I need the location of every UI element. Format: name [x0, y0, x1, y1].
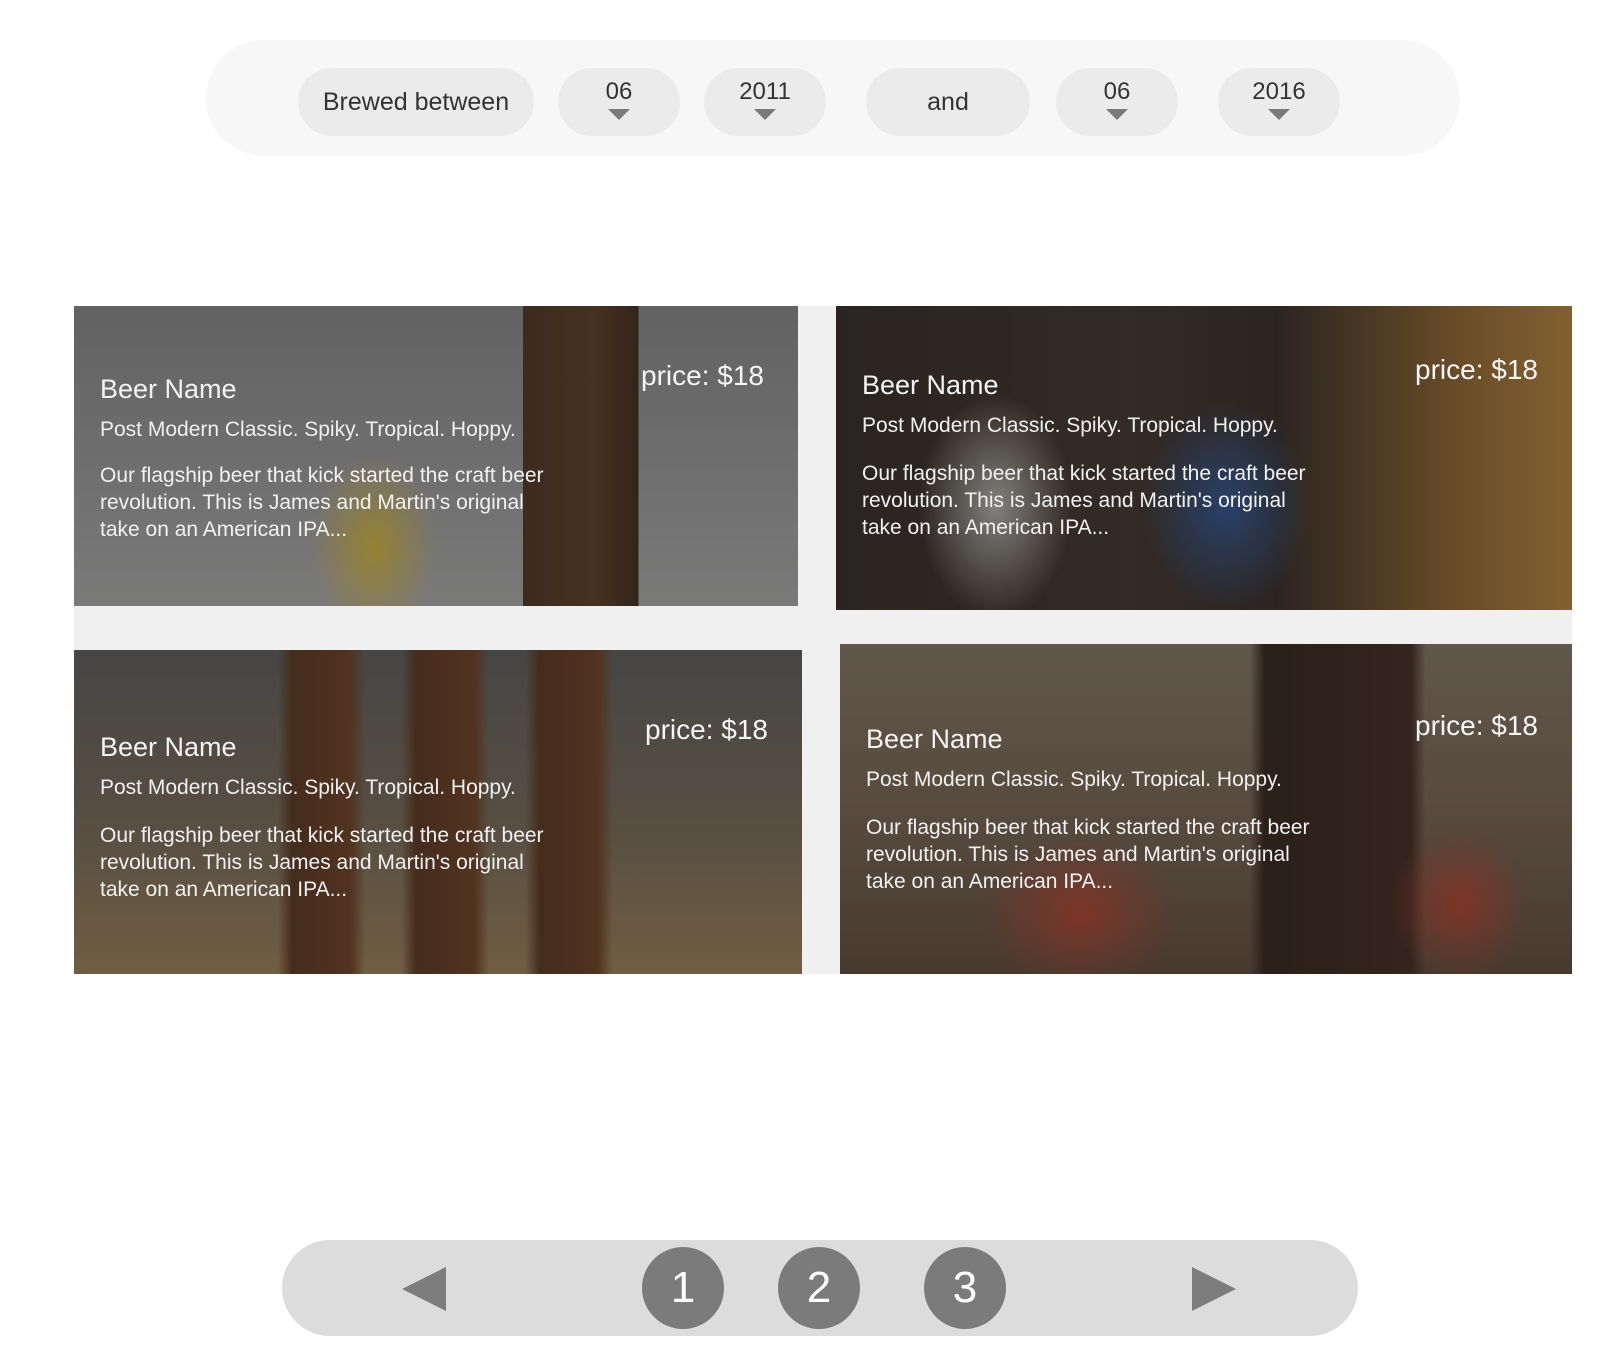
- from-year-value: 2011: [739, 77, 791, 105]
- beer-tagline: Post Modern Classic. Spiky. Tropical. Ho…: [862, 414, 1278, 437]
- beer-tagline: Post Modern Classic. Spiky. Tropical. Ho…: [100, 418, 516, 441]
- triangle-right-icon[interactable]: [1192, 1267, 1236, 1311]
- beer-tagline: Post Modern Classic. Spiky. Tropical. Ho…: [100, 776, 516, 799]
- beer-card-2[interactable]: Beer Name Post Modern Classic. Spiky. Tr…: [836, 306, 1572, 610]
- beer-name: Beer Name: [100, 374, 237, 404]
- from-month-value: 06: [605, 77, 633, 105]
- chevron-down-icon: [608, 108, 630, 120]
- beer-description: Our flagship beer that kick started the …: [862, 462, 1306, 539]
- beer-card-3[interactable]: Beer Name Post Modern Classic. Spiky. Tr…: [74, 650, 802, 974]
- brew-date-filter: Brewed between 06 2011 and 06 2016: [206, 40, 1460, 156]
- beer-description: Our flagship beer that kick started the …: [100, 824, 544, 901]
- to-year-value: 2016: [1252, 77, 1306, 105]
- to-month-value: 06: [1103, 77, 1131, 105]
- beer-price: price: $18: [645, 714, 768, 745]
- chevron-down-icon: [1106, 108, 1128, 120]
- beer-tagline: Post Modern Classic. Spiky. Tropical. Ho…: [866, 768, 1282, 791]
- beer-description: Our flagship beer that kick started the …: [100, 464, 544, 541]
- from-month-select[interactable]: 06: [558, 68, 680, 136]
- chevron-down-icon: [754, 108, 776, 120]
- beer-name: Beer Name: [100, 732, 237, 762]
- beer-description: Our flagship beer that kick started the …: [866, 816, 1310, 893]
- beer-price: price: $18: [1415, 710, 1538, 741]
- beer-price: price: $18: [641, 360, 764, 391]
- to-month-select[interactable]: 06: [1056, 68, 1178, 136]
- page-button-3[interactable]: 3: [924, 1247, 1006, 1329]
- and-label: and: [866, 68, 1030, 136]
- page-button-1[interactable]: 1: [642, 1247, 724, 1329]
- page-button-2[interactable]: 2: [778, 1247, 860, 1329]
- brewed-between-label: Brewed between: [298, 68, 534, 136]
- from-year-select[interactable]: 2011: [704, 68, 826, 136]
- triangle-left-icon[interactable]: [402, 1267, 446, 1311]
- chevron-down-icon: [1268, 108, 1290, 120]
- beer-price: price: $18: [1415, 354, 1538, 385]
- beer-card-4[interactable]: Beer Name Post Modern Classic. Spiky. Tr…: [840, 644, 1572, 974]
- pagination: 1 2 3: [282, 1240, 1358, 1336]
- beer-name: Beer Name: [866, 724, 1003, 754]
- beer-card-1[interactable]: Beer Name Post Modern Classic. Spiky. Tr…: [74, 306, 798, 606]
- to-year-select[interactable]: 2016: [1218, 68, 1340, 136]
- beer-grid: Beer Name Post Modern Classic. Spiky. Tr…: [74, 306, 1572, 974]
- beer-name: Beer Name: [862, 370, 999, 400]
